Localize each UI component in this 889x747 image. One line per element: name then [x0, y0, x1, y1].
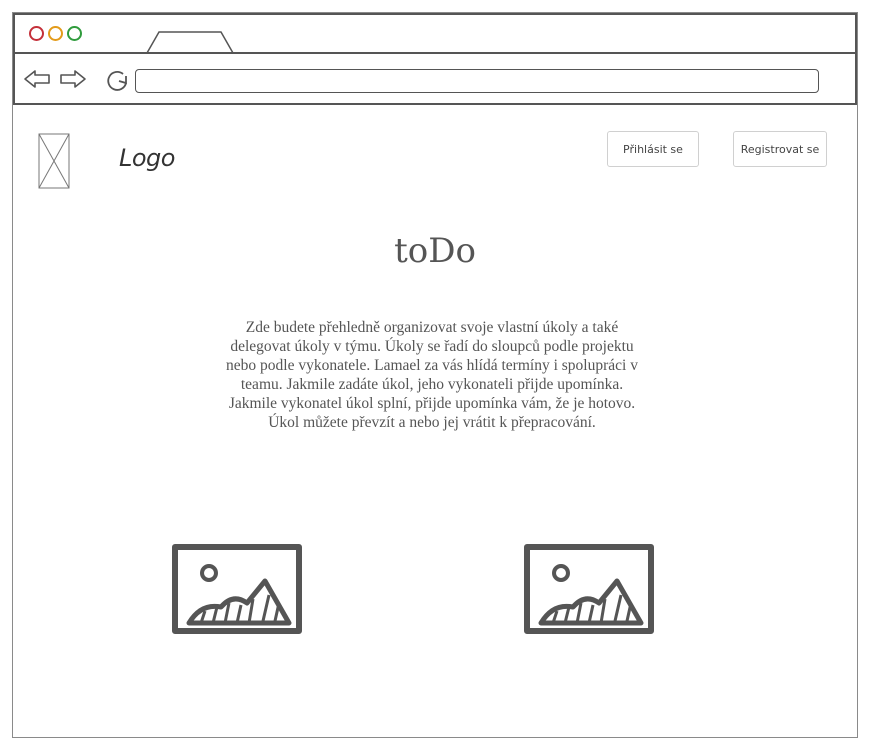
image-placeholder-icon: [172, 544, 302, 634]
login-button[interactable]: Přihlásit se: [607, 131, 699, 167]
address-bar[interactable]: [135, 69, 819, 93]
logo-text: Logo: [119, 144, 175, 172]
browser-window: Logo Přihlásit se Registrovat se toDo Zd…: [12, 12, 858, 738]
browser-chrome: [13, 13, 857, 105]
image-placeholder-icon: [524, 544, 654, 634]
register-button[interactable]: Registrovat se: [733, 131, 827, 167]
back-arrow-icon[interactable]: [23, 68, 53, 90]
reload-icon[interactable]: [105, 68, 131, 94]
close-window-dot[interactable]: [29, 26, 44, 41]
chrome-divider: [15, 52, 855, 54]
page-description: Zde budete přehledně organizovat svoje v…: [226, 319, 638, 431]
minimize-window-dot[interactable]: [48, 26, 63, 41]
browser-tab[interactable]: [145, 29, 235, 53]
page-title: toDo: [394, 231, 476, 271]
maximize-window-dot[interactable]: [67, 26, 82, 41]
logo-placeholder-icon: [38, 133, 70, 189]
forward-arrow-icon[interactable]: [57, 68, 87, 90]
